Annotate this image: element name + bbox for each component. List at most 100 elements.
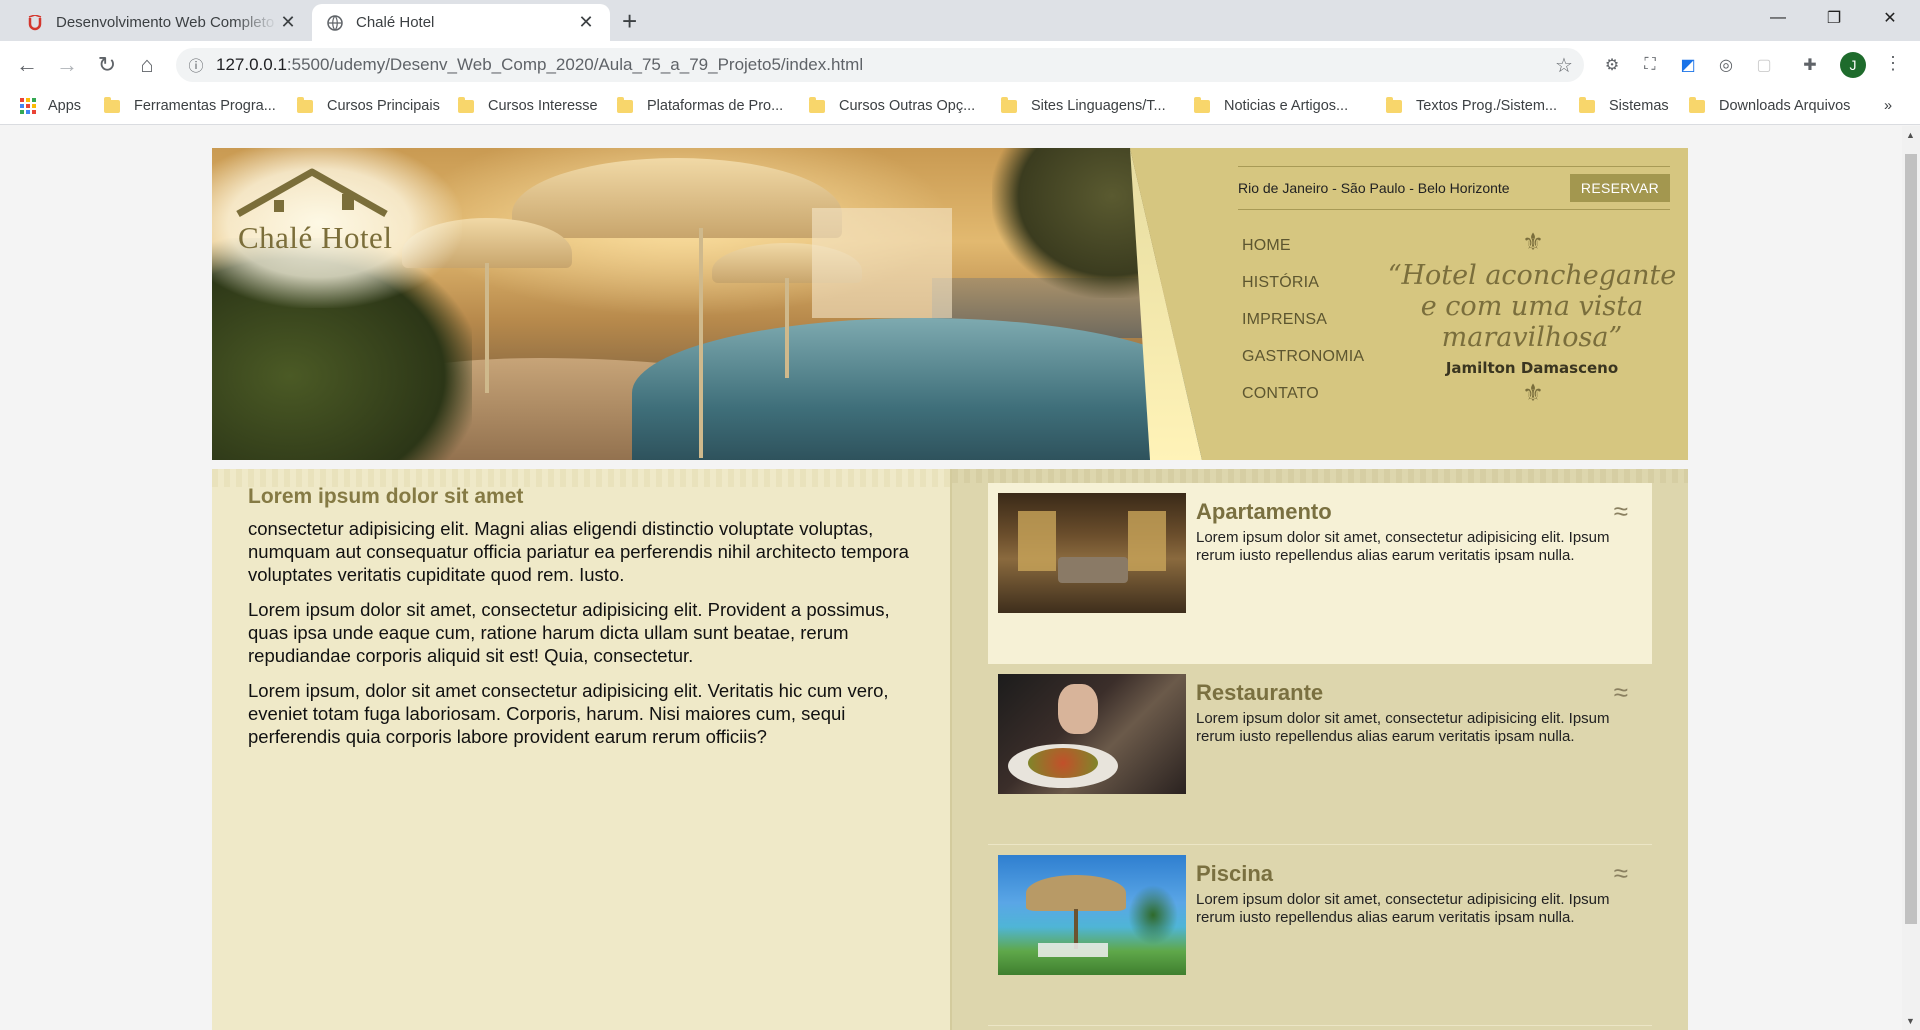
folder-icon xyxy=(458,96,474,113)
house-logo-icon xyxy=(236,168,388,218)
wave-icon: ≈ xyxy=(1613,677,1628,707)
close-tab-icon[interactable]: ✕ xyxy=(278,12,298,33)
reload-icon[interactable]: ↻ xyxy=(92,50,122,80)
bookmark-folder[interactable]: Downloads Arquivos xyxy=(1689,94,1850,118)
close-window-icon[interactable]: ✕ xyxy=(1862,0,1918,36)
cities-text: Rio de Janeiro - São Paulo - Belo Horizo… xyxy=(1238,180,1510,196)
quote-author: Jamilton Damasceno xyxy=(1445,359,1619,377)
nav-contato[interactable]: CONTATO xyxy=(1242,384,1382,421)
menu-dots-icon[interactable]: ⋮ xyxy=(1884,53,1902,74)
globe-icon xyxy=(326,14,344,32)
extension-circle-icon[interactable]: ◎ xyxy=(1714,53,1738,77)
apps-grid-icon xyxy=(20,98,36,114)
intro-paragraph: consectetur adipisicing elit. Magni alia… xyxy=(248,518,909,585)
nav-historia[interactable]: HISTÓRIA xyxy=(1242,273,1382,310)
extension-gear-icon[interactable]: ⚙ xyxy=(1600,53,1624,77)
folder-icon xyxy=(1386,96,1402,113)
intro-title: Lorem ipsum dolor sit amet xyxy=(248,485,524,508)
restore-icon[interactable]: ❐ xyxy=(1806,0,1862,36)
nav-home[interactable]: HOME xyxy=(1242,236,1382,273)
bookmark-folder[interactable]: Sistemas xyxy=(1579,94,1669,118)
page-viewport: Chalé Hotel Rio de Janeiro - São Paulo -… xyxy=(0,126,1902,1030)
ornament-icon: ⚜ xyxy=(1522,229,1544,256)
info-icon[interactable]: ⓘ xyxy=(176,55,216,76)
hero-image: Chalé Hotel xyxy=(212,148,1202,460)
apartment-photo xyxy=(998,493,1186,613)
folder-icon xyxy=(104,96,120,113)
tab-strip: Desenvolvimento Web Completo ✕ Chalé Hot… xyxy=(0,0,1920,41)
scroll-up-icon[interactable]: ▲ xyxy=(1906,130,1915,140)
card-title: Apartamento xyxy=(1196,499,1332,524)
folder-icon xyxy=(297,96,313,113)
more-bookmarks-icon[interactable]: » xyxy=(1884,94,1892,118)
bookmark-star-icon[interactable]: ☆ xyxy=(1544,53,1584,78)
new-tab-icon[interactable]: + xyxy=(622,8,637,34)
bookmark-folder[interactable]: Noticias e Artigos... xyxy=(1194,94,1348,118)
bookmark-folder[interactable]: Cursos Interesse xyxy=(458,94,598,118)
scrollbar-thumb[interactable] xyxy=(1905,154,1917,924)
intro-paragraph: Lorem ipsum dolor sit amet, consectetur … xyxy=(248,599,890,666)
tab-udemy[interactable]: Desenvolvimento Web Completo ✕ xyxy=(12,4,312,41)
content-area: Lorem ipsum dolor sit amet consectetur a… xyxy=(212,469,1688,1030)
tab-chale-hotel[interactable]: Chalé Hotel ✕ xyxy=(312,4,610,41)
intro-paragraph: Lorem ipsum, dolor sit amet consectetur … xyxy=(248,680,889,747)
back-icon[interactable]: ← xyxy=(12,50,42,80)
card-text: Lorem ipsum dolor sit amet, consectetur … xyxy=(1196,891,1610,926)
site-container: Chalé Hotel Rio de Janeiro - São Paulo -… xyxy=(212,148,1688,1030)
card-title: Restaurante xyxy=(1196,680,1324,705)
bookmark-folder[interactable]: Textos Prog./Sistem... xyxy=(1386,94,1557,118)
tab-title: Desenvolvimento Web Completo xyxy=(56,14,275,31)
forward-icon[interactable]: → xyxy=(52,50,82,80)
tab-title: Chalé Hotel xyxy=(356,14,435,31)
url-text[interactable]: 127.0.0.1:5500/udemy/Desenv_Web_Comp_202… xyxy=(216,55,1544,75)
bookmark-folder[interactable]: Plataformas de Pro... xyxy=(617,94,783,118)
folder-icon xyxy=(1579,96,1595,113)
card-text: Lorem ipsum dolor sit amet, consectetur … xyxy=(1196,710,1610,745)
folder-icon xyxy=(617,96,633,113)
extensions-puzzle-icon[interactable]: ✚ xyxy=(1798,53,1822,77)
minimize-icon[interactable]: — xyxy=(1750,0,1806,36)
profile-avatar[interactable]: J xyxy=(1840,52,1866,78)
restaurant-photo xyxy=(998,674,1186,794)
folder-icon xyxy=(1689,96,1705,113)
feature-card-restaurante[interactable]: Restaurante Lorem ipsum dolor sit amet, … xyxy=(988,664,1652,845)
ornament-icon: ⚜ xyxy=(1522,380,1544,407)
address-bar[interactable]: ⓘ 127.0.0.1:5500/udemy/Desenv_Web_Comp_2… xyxy=(176,48,1584,82)
pool-photo xyxy=(998,855,1186,975)
bookmark-apps[interactable]: Apps xyxy=(20,94,81,118)
reserve-button[interactable]: RESERVAR xyxy=(1570,174,1670,202)
bookmark-folder[interactable]: Cursos Principais xyxy=(297,94,440,118)
main-nav: HOME HISTÓRIA IMPRENSA GASTRONOMIA CONTA… xyxy=(1242,236,1382,421)
scroll-down-icon[interactable]: ▼ xyxy=(1906,1016,1915,1026)
feature-card-apartamento[interactable]: Apartamento Lorem ipsum dolor sit amet, … xyxy=(988,483,1652,664)
header-topbar: Rio de Janeiro - São Paulo - Belo Horizo… xyxy=(1238,166,1670,210)
wave-icon: ≈ xyxy=(1613,496,1628,526)
nav-imprensa[interactable]: IMPRENSA xyxy=(1242,310,1382,347)
bookmarks-bar: Apps Ferramentas Progra... Cursos Princi… xyxy=(0,88,1920,125)
bookmark-folder[interactable]: Sites Linguagens/T... xyxy=(1001,94,1166,118)
folder-icon xyxy=(1001,96,1017,113)
features-column: Apartamento Lorem ipsum dolor sit amet, … xyxy=(950,469,1688,1030)
extension-blue-icon[interactable]: ◩ xyxy=(1676,53,1700,77)
home-icon[interactable]: ⌂ xyxy=(132,50,162,80)
close-tab-icon[interactable]: ✕ xyxy=(576,12,596,33)
site-header: Chalé Hotel Rio de Janeiro - São Paulo -… xyxy=(212,148,1688,460)
wave-icon: ≈ xyxy=(1613,858,1628,888)
browser-toolbar: ← → ↻ ⌂ ⓘ 127.0.0.1:5500/udemy/Desenv_We… xyxy=(0,41,1920,88)
hotel-logo-text[interactable]: Chalé Hotel xyxy=(238,220,392,256)
card-text: Lorem ipsum dolor sit amet, consectetur … xyxy=(1196,529,1610,564)
udemy-icon xyxy=(26,14,44,32)
folder-icon xyxy=(809,96,825,113)
screen-capture-icon[interactable]: ⛶ xyxy=(1638,53,1662,77)
vertical-scrollbar[interactable]: ▲ ▼ xyxy=(1902,126,1920,1030)
nav-gastronomia[interactable]: GASTRONOMIA xyxy=(1242,347,1382,384)
card-title: Piscina xyxy=(1196,861,1274,886)
testimonial-quote: ⚜ “Hotel aconchegante e com uma vista ma… xyxy=(1382,230,1682,407)
extension-blank-icon[interactable]: ▢ xyxy=(1752,53,1776,77)
bookmark-folder[interactable]: Cursos Outras Opç... xyxy=(809,94,975,118)
bookmark-folder[interactable]: Ferramentas Progra... xyxy=(104,94,276,118)
quote-text: “Hotel aconchegante e com uma vista mara… xyxy=(1387,260,1677,353)
folder-icon xyxy=(1194,96,1210,113)
intro-column: Lorem ipsum dolor sit amet consectetur a… xyxy=(212,469,950,1030)
feature-card-piscina[interactable]: Piscina Lorem ipsum dolor sit amet, cons… xyxy=(988,845,1652,1026)
